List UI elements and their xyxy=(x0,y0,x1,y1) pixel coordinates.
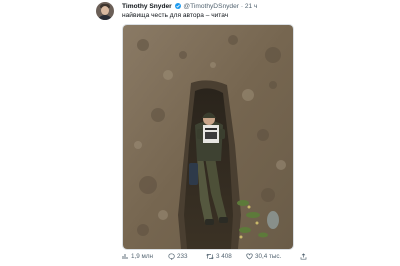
post-time[interactable]: 21 ч xyxy=(245,3,258,10)
action-bar: 1,9 млн 233 3 408 30,4 тыс. xyxy=(122,253,312,263)
author-handle[interactable]: @TimothyDSnyder xyxy=(183,3,239,10)
like-action[interactable]: 30,4 тыс. xyxy=(246,253,281,260)
repost-count: 3 408 xyxy=(216,253,232,260)
like-icon xyxy=(246,253,253,260)
reply-count: 233 xyxy=(177,253,188,260)
like-count: 30,4 тыс. xyxy=(255,253,282,260)
views-icon xyxy=(122,253,129,260)
author-name[interactable]: Timothy Snyder xyxy=(122,3,172,10)
tweet-header: Timothy Snyder @TimothyDSnyder · 21 ч xyxy=(122,2,257,11)
reply-action[interactable]: 233 xyxy=(168,253,188,260)
avatar[interactable] xyxy=(96,2,114,20)
repost-icon xyxy=(206,253,214,260)
views-count: 1,9 млн xyxy=(131,253,153,260)
trench-photo-illustration xyxy=(123,25,293,249)
verified-badge-icon xyxy=(174,2,181,9)
views-action[interactable]: 1,9 млн xyxy=(122,253,153,260)
share-action[interactable] xyxy=(300,253,307,260)
repost-action[interactable]: 3 408 xyxy=(206,253,232,260)
header-separator: · xyxy=(240,3,244,10)
tweet-card: Timothy Snyder @TimothyDSnyder · 21 ч на… xyxy=(92,0,352,266)
tweet-photo[interactable] xyxy=(122,24,294,250)
avatar-body xyxy=(97,15,113,20)
reply-icon xyxy=(168,253,175,260)
tweet-text: найвища честь для автора – читач xyxy=(122,12,229,19)
avatar-face xyxy=(101,6,109,15)
share-icon xyxy=(300,253,307,260)
